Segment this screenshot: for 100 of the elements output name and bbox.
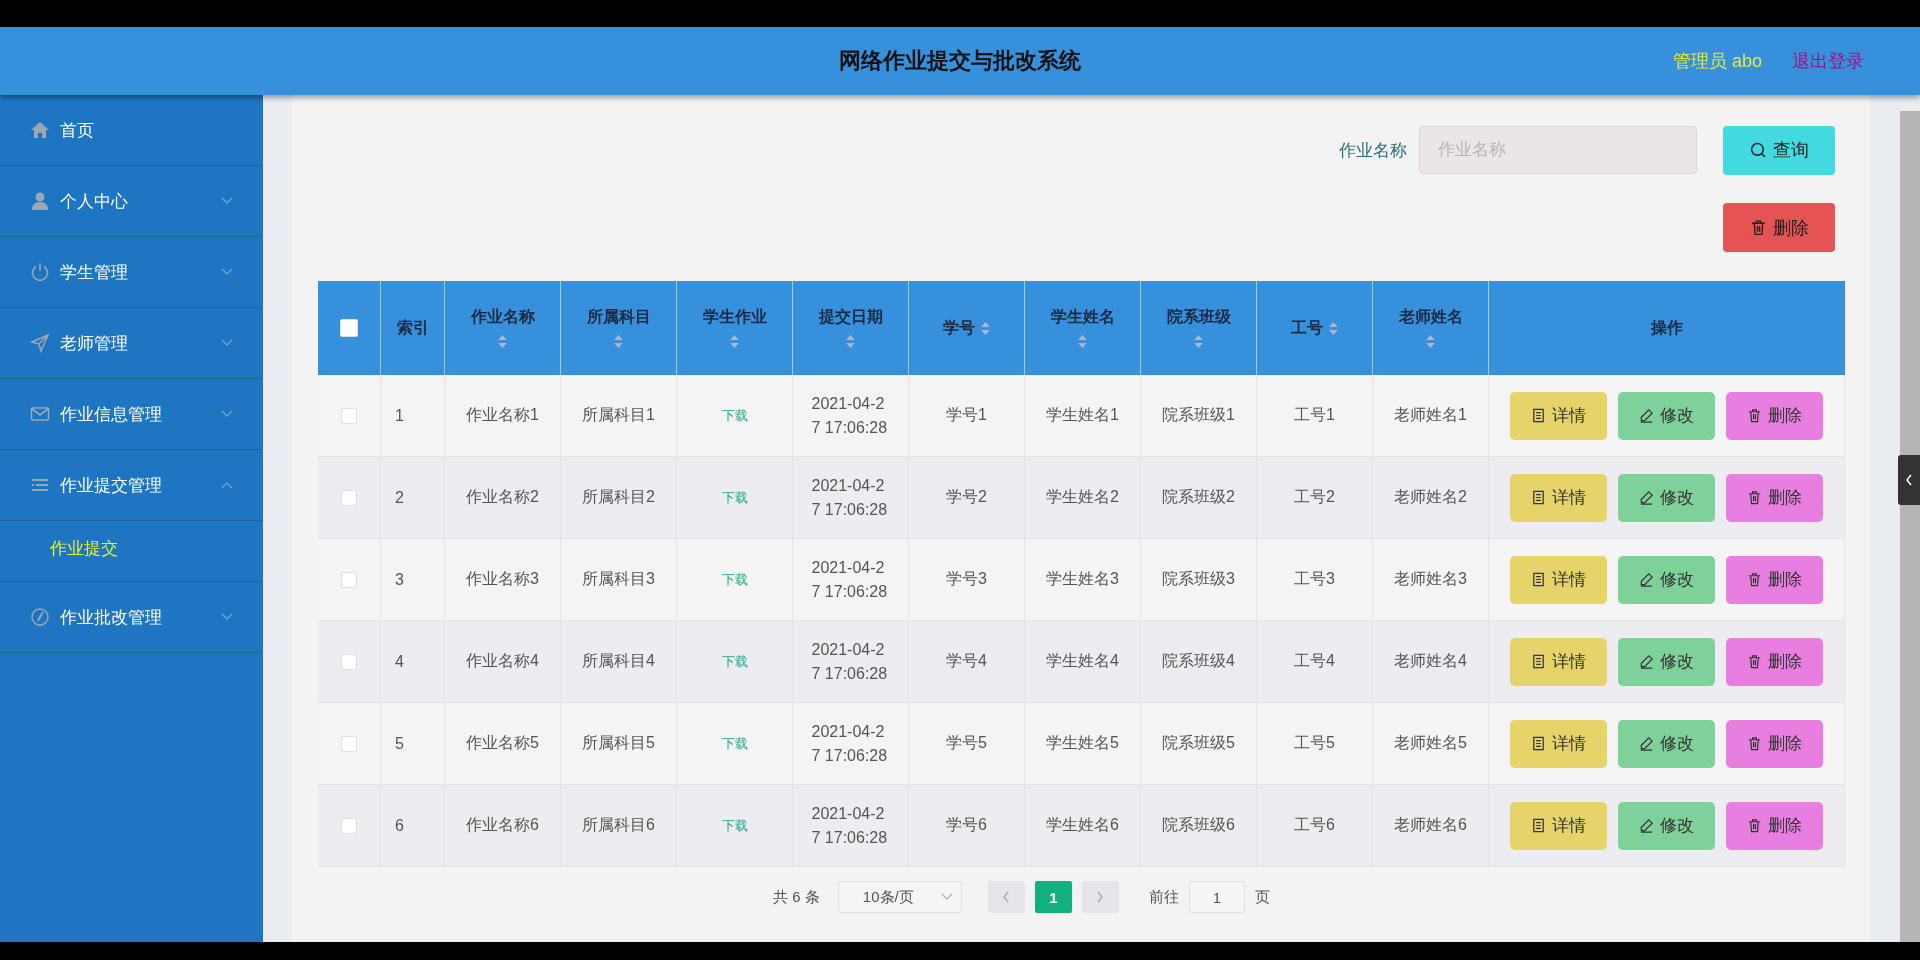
user-icon bbox=[30, 191, 50, 211]
trash-icon bbox=[1747, 408, 1762, 423]
pencil-icon bbox=[1639, 736, 1654, 751]
sort-icon[interactable] bbox=[979, 320, 991, 336]
sidebar-item[interactable]: 个人中心 bbox=[0, 166, 263, 237]
scrollbar[interactable] bbox=[1900, 111, 1920, 942]
trash-icon bbox=[1747, 818, 1762, 833]
row-checkbox[interactable] bbox=[341, 571, 357, 588]
delete-button[interactable]: 删除 bbox=[1723, 203, 1835, 252]
edit-button[interactable]: 修改 bbox=[1618, 555, 1715, 604]
sidebar-item[interactable]: 作业批改管理 bbox=[0, 582, 263, 653]
table-cell-text: 作业名称2 bbox=[466, 487, 539, 507]
admin-name: 管理员 abo bbox=[1672, 50, 1762, 73]
column-header[interactable]: 操作 bbox=[1489, 281, 1845, 375]
pencil-icon bbox=[1639, 490, 1654, 505]
table-cell: 6 bbox=[395, 816, 404, 835]
sort-icon[interactable] bbox=[1425, 334, 1436, 349]
delete-button[interactable]: 删除 bbox=[1726, 801, 1823, 850]
row-checkbox[interactable] bbox=[341, 817, 357, 834]
sort-icon[interactable] bbox=[613, 334, 624, 349]
edit-button[interactable]: 修改 bbox=[1618, 719, 1715, 768]
detail-button[interactable]: 详情 bbox=[1510, 719, 1607, 768]
table-cell-text: 院系班级3 bbox=[1162, 569, 1235, 589]
pencil-icon bbox=[1639, 818, 1654, 833]
row-checkbox[interactable] bbox=[341, 735, 357, 752]
select-all-checkbox[interactable] bbox=[340, 319, 358, 337]
table-cell-text: 学号5 bbox=[946, 733, 987, 753]
search-button[interactable]: 查询 bbox=[1723, 125, 1835, 175]
page-input[interactable]: 1 bbox=[1188, 881, 1245, 913]
table-cell-text: 老师姓名3 bbox=[1394, 569, 1467, 589]
sort-icon[interactable] bbox=[1327, 320, 1339, 336]
search-label: 作业名称 bbox=[1339, 139, 1407, 162]
sort-icon[interactable] bbox=[1193, 334, 1204, 349]
document-icon bbox=[1531, 572, 1546, 587]
page-size-select[interactable]: 10条/页 bbox=[837, 881, 962, 913]
caret-icon bbox=[940, 893, 953, 901]
table-cell-text: 作业名称5 bbox=[466, 733, 539, 753]
table-cell-text: 学生姓名5 bbox=[1046, 733, 1119, 753]
document-icon bbox=[1531, 654, 1546, 669]
delete-button[interactable]: 删除 bbox=[1726, 555, 1823, 604]
next-page-button[interactable] bbox=[1081, 881, 1119, 913]
trash-icon bbox=[1747, 654, 1762, 669]
edit-button[interactable]: 修改 bbox=[1618, 391, 1715, 440]
pencil-icon bbox=[1639, 654, 1654, 669]
download-link[interactable]: 下载 bbox=[721, 488, 748, 507]
page-suffix: 页 bbox=[1254, 887, 1270, 907]
sidebar-item[interactable]: 学生管理 bbox=[0, 237, 263, 308]
table-cell-text: 学生姓名4 bbox=[1046, 651, 1119, 671]
edit-button[interactable]: 修改 bbox=[1618, 637, 1715, 686]
collapse-handle[interactable] bbox=[1898, 455, 1920, 505]
table-cell-text: 老师姓名2 bbox=[1394, 487, 1467, 507]
table-cell: 1 bbox=[395, 406, 404, 425]
download-link[interactable]: 下载 bbox=[721, 570, 748, 589]
delete-button[interactable]: 删除 bbox=[1726, 719, 1823, 768]
trash-icon bbox=[1747, 490, 1762, 505]
download-link[interactable]: 下载 bbox=[721, 816, 748, 835]
home-icon bbox=[30, 120, 50, 140]
table-cell-text: 学生姓名1 bbox=[1046, 405, 1119, 425]
table-cell-text: 老师姓名1 bbox=[1394, 405, 1467, 425]
table-cell-text: 所属科目4 bbox=[582, 651, 655, 671]
sidebar-item[interactable]: 首页 bbox=[0, 95, 263, 166]
detail-button[interactable]: 详情 bbox=[1510, 391, 1607, 440]
sidebar-item[interactable]: 老师管理 bbox=[0, 308, 263, 379]
table-cell-text: 所属科目3 bbox=[582, 569, 655, 589]
search-icon bbox=[1749, 141, 1767, 159]
sort-icon[interactable] bbox=[729, 334, 740, 349]
edit-button[interactable]: 修改 bbox=[1618, 801, 1715, 850]
table-cell-text: 作业名称1 bbox=[466, 405, 539, 425]
table-cell-text: 院系班级1 bbox=[1162, 405, 1235, 425]
sort-icon[interactable] bbox=[497, 334, 508, 349]
prev-page-button[interactable] bbox=[987, 881, 1025, 913]
trash-icon bbox=[1747, 736, 1762, 751]
detail-button[interactable]: 详情 bbox=[1510, 473, 1607, 522]
table-cell-text: 工号5 bbox=[1294, 733, 1335, 753]
row-checkbox[interactable] bbox=[341, 653, 357, 670]
table-cell-text: 工号4 bbox=[1294, 651, 1335, 671]
table-cell-text: 作业名称3 bbox=[466, 569, 539, 589]
table-cell-text: 院系班级6 bbox=[1162, 815, 1235, 835]
sidebar-item[interactable]: 作业提交管理 bbox=[0, 450, 263, 521]
row-checkbox[interactable] bbox=[341, 489, 357, 506]
delete-button[interactable]: 删除 bbox=[1726, 391, 1823, 440]
table-cell-text: 所属科目5 bbox=[582, 733, 655, 753]
download-link[interactable]: 下载 bbox=[721, 734, 748, 753]
row-checkbox[interactable] bbox=[341, 407, 357, 424]
power-icon bbox=[30, 262, 50, 282]
table-cell-text: 学号1 bbox=[946, 405, 987, 425]
delete-button[interactable]: 删除 bbox=[1726, 637, 1823, 686]
sort-icon[interactable] bbox=[845, 334, 856, 349]
detail-button[interactable]: 详情 bbox=[1510, 801, 1607, 850]
detail-button[interactable]: 详情 bbox=[1510, 555, 1607, 604]
delete-button[interactable]: 删除 bbox=[1726, 473, 1823, 522]
page-button[interactable]: 1 bbox=[1034, 881, 1072, 913]
edit-button[interactable]: 修改 bbox=[1618, 473, 1715, 522]
download-link[interactable]: 下载 bbox=[721, 652, 748, 671]
sidebar-subitem[interactable]: 作业提交 bbox=[0, 531, 263, 566]
detail-button[interactable]: 详情 bbox=[1510, 637, 1607, 686]
sort-icon[interactable] bbox=[1077, 334, 1088, 349]
download-link[interactable]: 下载 bbox=[721, 406, 748, 425]
sidebar-item[interactable]: 作业信息管理 bbox=[0, 379, 263, 450]
trash-icon bbox=[1747, 572, 1762, 587]
